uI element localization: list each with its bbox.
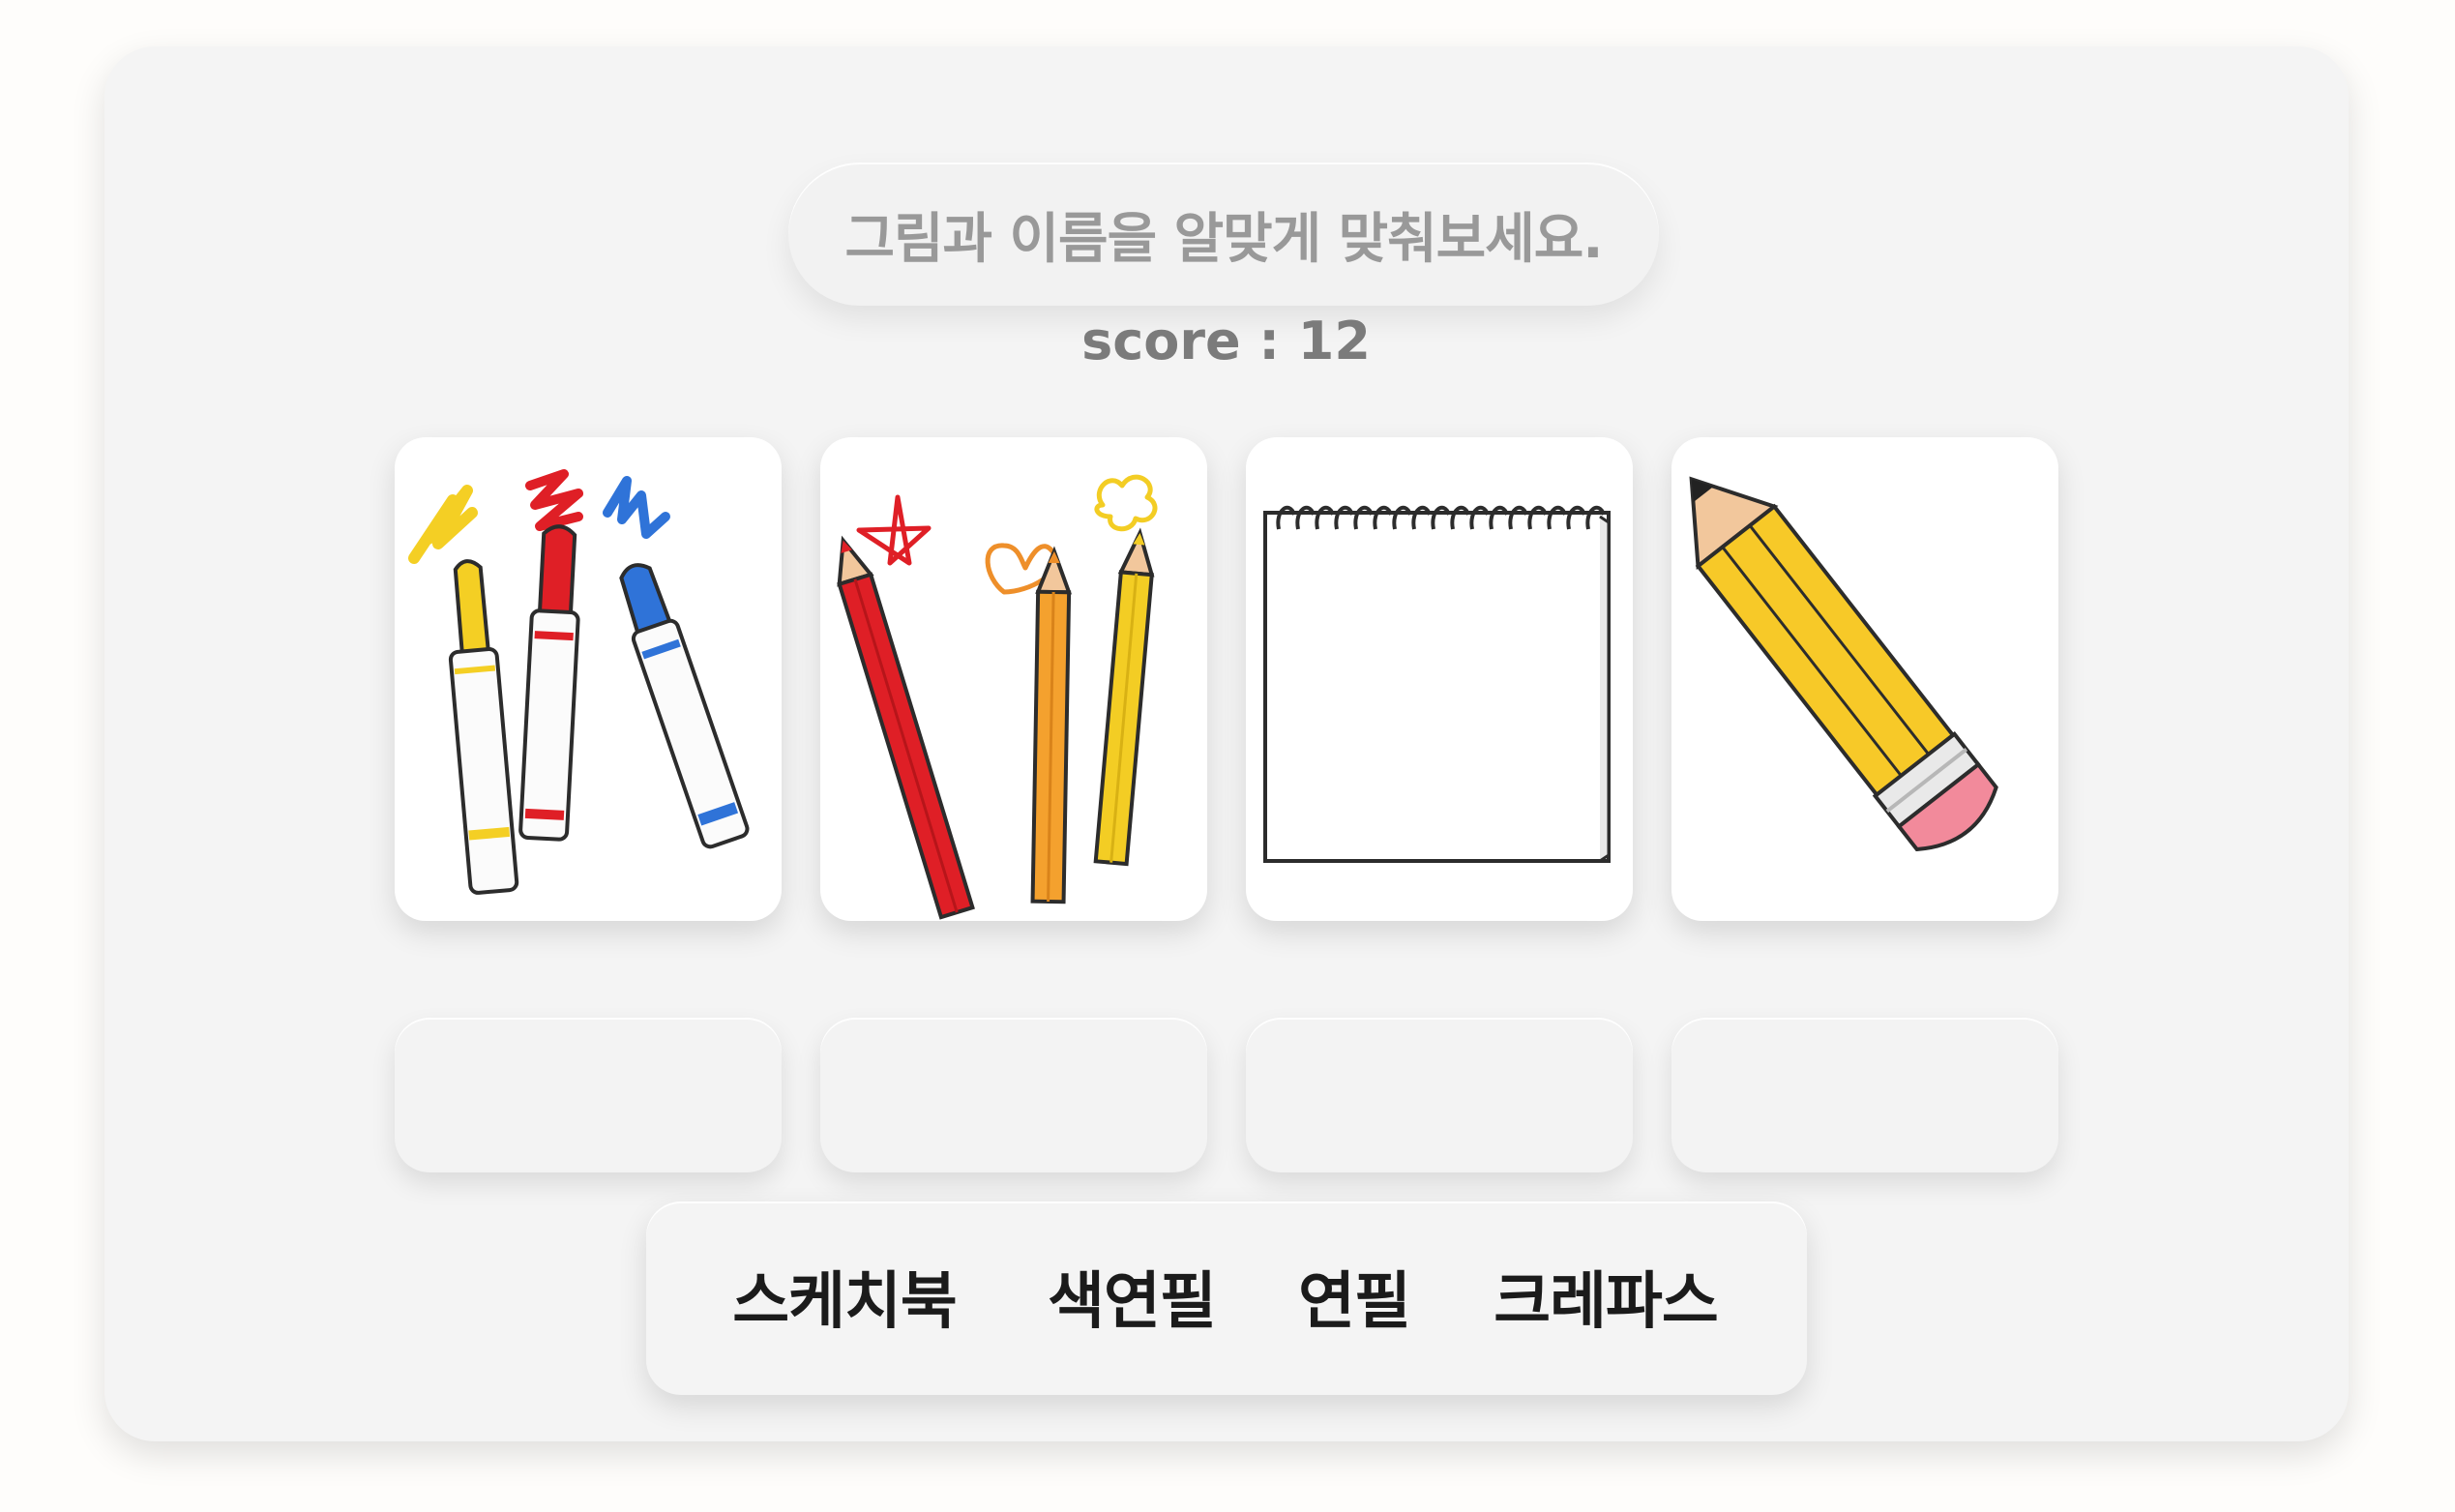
picture-card-crayons[interactable] (395, 437, 782, 921)
answer-slot-2[interactable] (820, 1018, 1207, 1172)
pencil-icon (1689, 476, 1998, 852)
instruction-text: 그림과 이름을 알맞게 맞춰보세요. (844, 207, 1603, 271)
answer-slot-4[interactable] (1671, 1018, 2058, 1172)
picture-card-sketchbook[interactable] (1246, 437, 1633, 921)
picture-card-pencil[interactable] (1671, 437, 2058, 921)
colored-pencils-icon (837, 474, 1158, 920)
word-choice-crayon[interactable]: 크레파스 (1480, 1248, 1731, 1345)
sketchbook-icon (1263, 505, 1611, 863)
word-choice-colored-pencil[interactable]: 색연필 (1035, 1248, 1228, 1345)
answer-slot-3[interactable] (1246, 1018, 1633, 1172)
crayons-icon (408, 469, 750, 895)
picture-card-colored-pencils[interactable] (820, 437, 1207, 921)
word-choice-pencil[interactable]: 연필 (1287, 1248, 1422, 1345)
word-choice-sketchbook[interactable]: 스케치북 (724, 1248, 965, 1345)
instruction-pill: 그림과 이름을 알맞게 맞춰보세요. (788, 163, 1659, 306)
score-display: score : 12 (1081, 310, 1371, 371)
answer-slot-1[interactable] (395, 1018, 782, 1172)
